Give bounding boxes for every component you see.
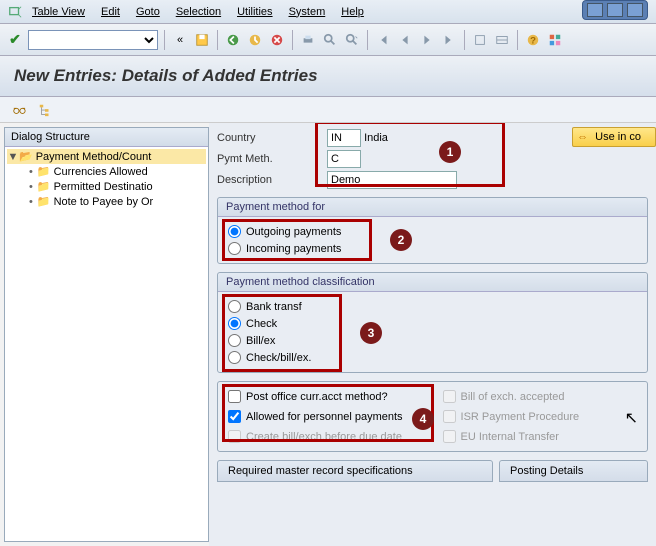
postoffice-check[interactable]: Post office curr.acct method? (228, 388, 403, 405)
group-header: Payment method classification (218, 273, 647, 292)
additional-options-group: Post office curr.acct method? Allowed fo… (217, 381, 648, 452)
tree-label: Note to Payee by Or (54, 196, 154, 208)
banktransf-option[interactable]: Bank transf (228, 298, 637, 315)
annotation-badge-3: 3 (360, 322, 382, 344)
cursor-icon: ↖ (625, 408, 638, 428)
menu-bar: Table View Edit Goto Selection Utilities… (0, 0, 656, 24)
save-icon[interactable] (193, 31, 211, 49)
pymtmeth-label: Pymt Meth. (217, 153, 327, 165)
eu-check: EU Internal Transfer (443, 428, 580, 445)
glasses-icon[interactable] (10, 101, 28, 119)
checkbillex-radio[interactable] (228, 351, 241, 364)
createbill-check: Create bill/exch.before due date (228, 428, 403, 445)
nav-cancel-icon[interactable] (268, 31, 286, 49)
command-field[interactable] (28, 30, 158, 50)
find-icon[interactable] (321, 31, 339, 49)
incoming-radio[interactable] (228, 242, 241, 255)
check-option[interactable]: Check (228, 315, 637, 332)
ok-icon[interactable]: ✔ (6, 31, 24, 49)
country-name: India (364, 132, 388, 144)
annotation-badge-1: 1 (439, 141, 461, 163)
tab-bar: Required master record specifications Po… (217, 460, 648, 482)
checkbillex-option[interactable]: Check/bill/ex. (228, 349, 637, 366)
outgoing-option[interactable]: Outgoing payments (228, 223, 637, 240)
menu-tableview[interactable]: Table View (24, 6, 93, 18)
dialog-structure-tree[interactable]: Dialog Structure ▼📂Payment Method/Count … (4, 127, 209, 542)
first-icon[interactable] (374, 31, 392, 49)
next-icon[interactable] (418, 31, 436, 49)
incoming-option[interactable]: Incoming payments (228, 240, 637, 257)
tree-node-root[interactable]: ▼📂Payment Method/Count (7, 149, 206, 164)
window-controls[interactable] (582, 0, 648, 20)
tool2-icon[interactable] (493, 31, 511, 49)
menu-help[interactable]: Help (333, 6, 372, 18)
country-input[interactable] (327, 129, 361, 147)
tree-label: Currencies Allowed (54, 166, 148, 178)
help-icon[interactable]: ? (524, 31, 542, 49)
menu-goto[interactable]: Goto (128, 6, 168, 18)
tab-master-record[interactable]: Required master record specifications (217, 460, 493, 482)
tree-label: Permitted Destinatio (54, 181, 153, 193)
prev-icon[interactable] (396, 31, 414, 49)
page-title: New Entries: Details of Added Entries (14, 66, 642, 86)
menu-system[interactable]: System (281, 6, 334, 18)
pymtmeth-input[interactable] (327, 150, 361, 168)
tab-posting-details[interactable]: Posting Details (499, 460, 648, 482)
svg-text:?: ? (530, 35, 536, 46)
payment-classification-group: Payment method classification Bank trans… (217, 272, 648, 373)
menu-edit[interactable]: Edit (93, 6, 128, 18)
billex-option[interactable]: Bill/ex (228, 332, 637, 349)
app-toolbar (0, 97, 656, 123)
group-header: Payment method for (218, 198, 647, 217)
personnel-check[interactable]: Allowed for personnel payments (228, 408, 403, 425)
findnext-icon[interactable] (343, 31, 361, 49)
detail-area: ⇔Use in co Country India Pymt Meth. Desc… (209, 123, 656, 546)
layout-icon[interactable] (546, 31, 564, 49)
print-icon[interactable] (299, 31, 317, 49)
tree-node[interactable]: •📁Permitted Destinatio (7, 179, 206, 194)
outgoing-radio[interactable] (228, 225, 241, 238)
tree-node[interactable]: •📁Note to Payee by Or (7, 194, 206, 209)
billex-radio[interactable] (228, 334, 241, 347)
page-title-bar: New Entries: Details of Added Entries (0, 56, 656, 97)
menu-selection[interactable]: Selection (168, 6, 229, 18)
nav-back-icon[interactable] (224, 31, 242, 49)
nav-exit-icon[interactable] (246, 31, 264, 49)
back-icon[interactable]: « (171, 31, 189, 49)
tree-label: Payment Method/Count (36, 151, 152, 163)
use-in-country-button[interactable]: ⇔Use in co (572, 127, 656, 147)
tool1-icon[interactable] (471, 31, 489, 49)
tree-icon[interactable] (36, 101, 54, 119)
annotation-badge-4: 4 (412, 408, 434, 430)
billaccepted-check: Bill of exch. accepted (443, 388, 580, 405)
tree-header: Dialog Structure (5, 128, 208, 147)
menu-utilities[interactable]: Utilities (229, 6, 280, 18)
tree-node[interactable]: •📁Currencies Allowed (7, 164, 206, 179)
menu-icon[interactable] (6, 3, 24, 21)
description-label: Description (217, 174, 327, 186)
isr-check: ISR Payment Procedure (443, 408, 580, 425)
payment-method-for-group: Payment method for Outgoing payments Inc… (217, 197, 648, 264)
check-radio[interactable] (228, 317, 241, 330)
banktransf-radio[interactable] (228, 300, 241, 313)
last-icon[interactable] (440, 31, 458, 49)
country-label: Country (217, 132, 327, 144)
toolbar: ✔ « ? (0, 24, 656, 56)
description-input[interactable] (327, 171, 457, 189)
annotation-badge-2: 2 (390, 229, 412, 251)
